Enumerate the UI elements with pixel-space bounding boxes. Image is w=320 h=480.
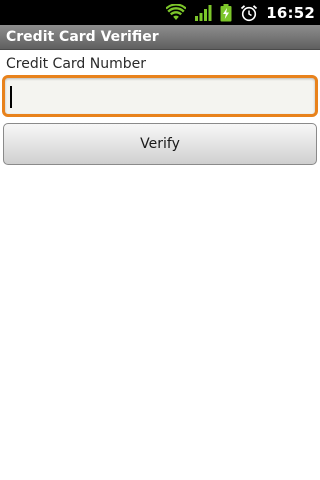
text-cursor xyxy=(10,86,12,108)
screen: 16:52 Credit Card Verifier Credit Card N… xyxy=(0,0,320,480)
wifi-icon xyxy=(165,3,188,22)
signal-icon xyxy=(194,4,212,22)
card-number-input[interactable] xyxy=(5,78,315,114)
app-title: Credit Card Verifier xyxy=(6,29,159,45)
battery-charging-icon xyxy=(220,3,232,22)
app-title-bar: Credit Card Verifier xyxy=(0,25,320,50)
status-clock: 16:52 xyxy=(266,3,315,22)
card-number-label: Credit Card Number xyxy=(6,56,146,72)
status-bar: 16:52 xyxy=(0,0,320,25)
verify-button[interactable]: Verify xyxy=(3,123,317,165)
alarm-clock-icon xyxy=(240,4,258,22)
card-number-field-container[interactable] xyxy=(2,75,318,117)
